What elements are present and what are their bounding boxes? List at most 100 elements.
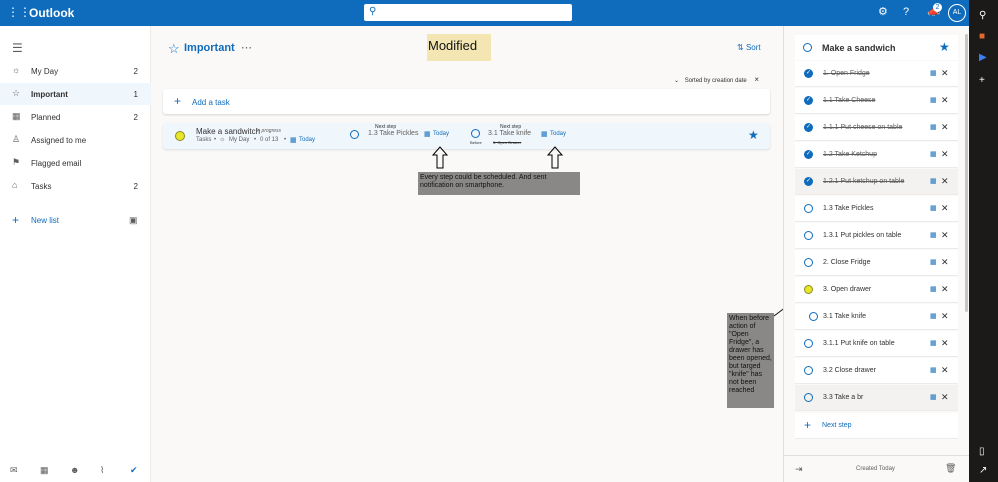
calendar-icon[interactable]: ▦ (930, 204, 937, 212)
attach-icon[interactable]: ⌇ (100, 465, 104, 476)
step-item[interactable]: ✓ 1.2.1 Put ketchup on table ▦ ✕ (795, 169, 958, 195)
step-checkbox[interactable] (350, 130, 359, 139)
close-icon[interactable]: ✕ (941, 311, 949, 322)
calendar-icon[interactable]: ▦ (930, 150, 937, 158)
search-icon[interactable]: ⚲ (979, 10, 986, 21)
close-icon[interactable]: ✕ (941, 122, 949, 133)
new-list-button[interactable]: + New list ▣ (0, 212, 151, 232)
step-item[interactable]: 3.1 Take knife ▦ ✕ (795, 304, 958, 330)
step-item[interactable]: 1.3.1 Put pickles on table ▦ ✕ (795, 223, 958, 249)
sort-button[interactable]: ⇅ Sort (737, 43, 761, 52)
check-icon[interactable]: ✓ (804, 69, 813, 78)
step-checkbox[interactable] (804, 366, 813, 375)
calendar-icon[interactable]: ▦ (930, 339, 937, 347)
step-checkbox[interactable] (804, 339, 813, 348)
annotation-arrows (431, 146, 564, 169)
play-icon[interactable]: ▶ (979, 52, 987, 63)
step-item[interactable]: 3.2 Close drawer ▦ ✕ (795, 358, 958, 384)
close-icon[interactable]: ✕ (941, 365, 949, 376)
step-label: 3.3 Take a br (823, 394, 864, 401)
step-item[interactable]: ✓ 1. Open Fridge ▦ ✕ (795, 61, 958, 87)
calendar-icon[interactable]: ▦ (930, 285, 937, 293)
close-icon[interactable]: ✕ (941, 203, 949, 214)
task-complete-checkbox[interactable] (803, 43, 812, 52)
step-checkbox[interactable] (804, 258, 813, 267)
sidebar-item-count: 1 (133, 90, 138, 99)
step-item[interactable]: 3.3 Take a br ▦ ✕ (795, 385, 958, 411)
calendar-icon[interactable]: ▦ (930, 312, 937, 320)
calendar-icon: ▦ (424, 131, 431, 138)
close-icon[interactable]: ✕ (941, 176, 949, 187)
close-icon[interactable]: ✕ (941, 392, 949, 403)
people-icon[interactable]: ☻ (70, 465, 79, 475)
todo-check-icon[interactable]: ✔ (130, 465, 138, 476)
calendar-icon[interactable]: ▦ (930, 123, 937, 131)
sidebar-item-important[interactable]: ☆ Important 1 (0, 83, 151, 105)
close-icon[interactable]: ✕ (941, 68, 949, 79)
panel-icon[interactable]: ▯ (979, 446, 985, 457)
add-task-input[interactable]: + Add a task (163, 89, 770, 114)
hide-detail-icon[interactable]: ⇥ (795, 464, 803, 475)
close-icon[interactable]: ✕ (941, 95, 949, 106)
new-group-icon[interactable]: ▣ (129, 215, 138, 226)
delete-icon[interactable]: 🗑 (945, 463, 956, 474)
open-external-icon[interactable]: ↗ (979, 465, 987, 476)
calendar-icon[interactable]: ▦ (930, 96, 937, 104)
step-item[interactable]: 3.1.1 Put knife on table ▦ ✕ (795, 331, 958, 357)
calendar-icon[interactable]: ▦ (930, 258, 937, 266)
step-item[interactable]: ✓ 1.2 Take Ketchup ▦ ✕ (795, 142, 958, 168)
step-item[interactable]: ✓ 1.1 Take Cheese ▦ ✕ (795, 88, 958, 114)
more-options-icon[interactable]: ⋯ (241, 41, 252, 54)
step-checkbox[interactable] (804, 231, 813, 240)
task-due: Today (299, 137, 316, 143)
sidebar-item-count: 2 (133, 182, 138, 191)
check-icon[interactable]: ✓ (804, 177, 813, 186)
calendar-icon[interactable]: ▦ (930, 177, 937, 185)
check-icon[interactable]: ✓ (804, 123, 813, 132)
step-item[interactable]: 3. Open drawer ▦ ✕ (795, 277, 958, 303)
next-step-input[interactable]: + Next step (795, 413, 958, 439)
step-item[interactable]: ✓ 1.1.1 Put cheese on table ▦ ✕ (795, 115, 958, 141)
add-app-icon[interactable]: + (979, 75, 985, 86)
avatar[interactable]: AL (948, 4, 966, 22)
task-complete-checkbox[interactable] (175, 131, 185, 141)
important-star-icon[interactable]: ★ (939, 40, 950, 54)
step-checkbox[interactable] (804, 393, 813, 402)
settings-gear-icon[interactable]: ⚙ (878, 6, 888, 18)
mail-icon[interactable]: ✉ (10, 465, 18, 476)
search-input[interactable]: ⚲ (364, 4, 572, 21)
sidebar-item-assigned[interactable]: ♙ Assigned to me (0, 129, 151, 151)
important-star-icon[interactable]: ★ (748, 128, 759, 142)
close-icon[interactable]: × (754, 75, 759, 84)
briefcase-icon[interactable]: ■ (979, 31, 985, 42)
close-icon[interactable]: ✕ (941, 338, 949, 349)
sidebar-item-my-day[interactable]: ☼ My Day 2 (0, 60, 151, 82)
detail-scrollbar[interactable] (965, 34, 968, 312)
step-checkbox[interactable] (809, 312, 818, 321)
sidebar-item-tasks[interactable]: ⌂ Tasks 2 (0, 175, 151, 197)
check-icon[interactable]: ✓ (804, 150, 813, 159)
detail-title[interactable]: Make a sandwich (822, 43, 896, 53)
hamburger-menu-icon[interactable]: ☰ (12, 41, 23, 55)
sidebar-item-planned[interactable]: ▦ Planned 2 (0, 106, 151, 128)
close-icon[interactable]: ✕ (941, 230, 949, 241)
calendar-icon[interactable]: ▦ (930, 231, 937, 239)
calendar-icon[interactable]: ▦ (930, 69, 937, 77)
before-value: 3. Open Drawer (493, 140, 522, 145)
step-checkbox[interactable] (471, 129, 480, 138)
dot-separator: • (254, 137, 257, 143)
close-icon[interactable]: ✕ (941, 284, 949, 295)
step-checkbox-highlighted[interactable] (804, 285, 813, 294)
close-icon[interactable]: ✕ (941, 257, 949, 268)
calendar-icon[interactable]: ▦ (930, 366, 937, 374)
app-launcher-icon[interactable]: ⋮⋮ (7, 6, 31, 18)
step-item[interactable]: 1.3 Take Pickles ▦ ✕ (795, 196, 958, 222)
calendar-icon[interactable]: ▦ (930, 393, 937, 401)
check-icon[interactable]: ✓ (804, 96, 813, 105)
step-checkbox[interactable] (804, 204, 813, 213)
help-icon[interactable]: ? (903, 6, 909, 18)
calendar-icon[interactable]: ▦ (40, 465, 49, 476)
close-icon[interactable]: ✕ (941, 149, 949, 160)
sidebar-item-flagged[interactable]: ⚑ Flagged email (0, 152, 151, 174)
step-item[interactable]: 2. Close Fridge ▦ ✕ (795, 250, 958, 276)
